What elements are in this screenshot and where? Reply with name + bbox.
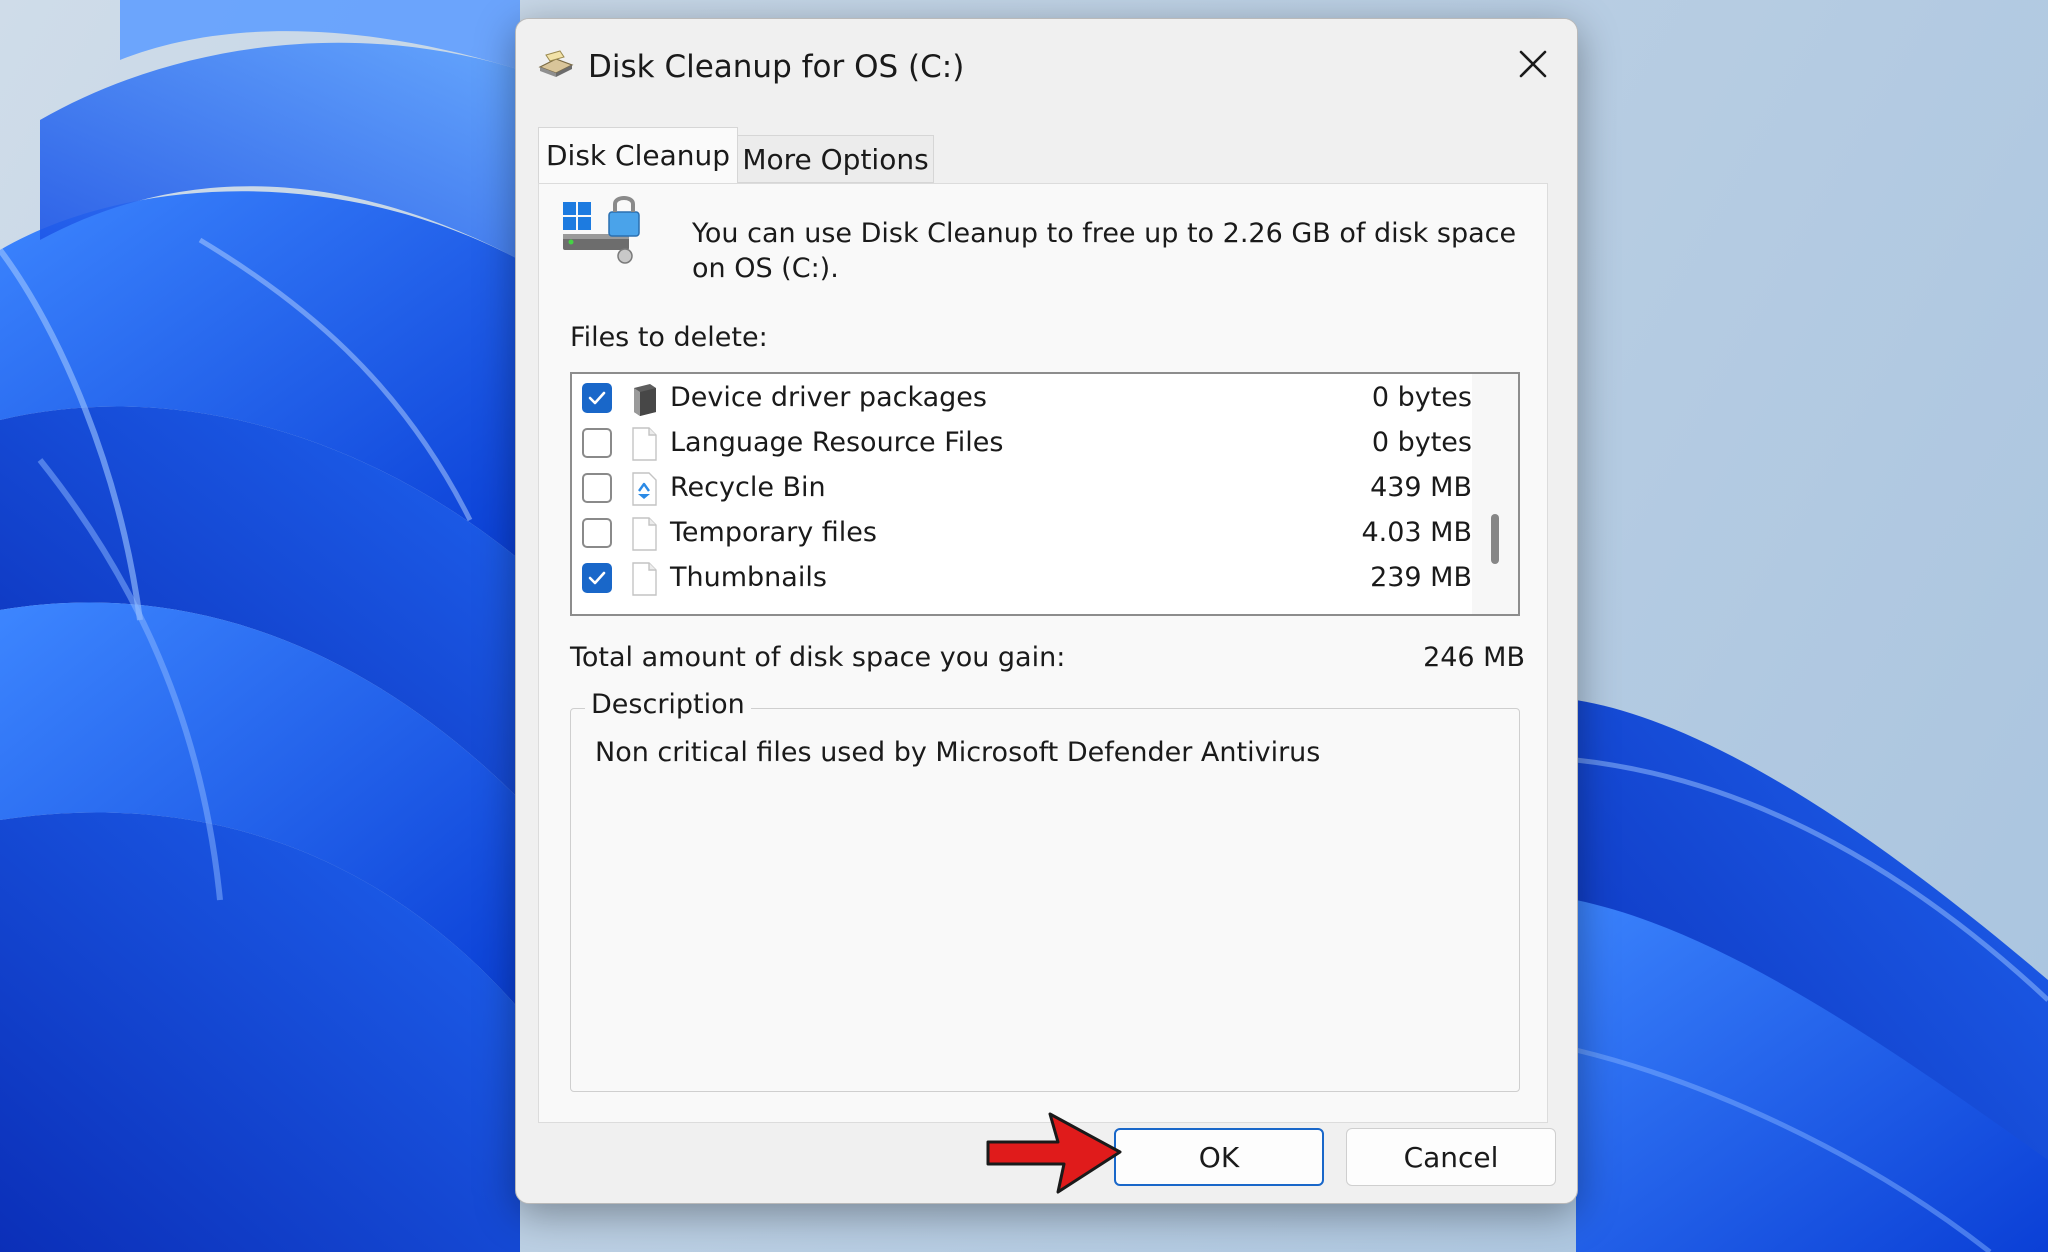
file-name: Thumbnails <box>670 562 827 593</box>
checkbox-temporary-files[interactable] <box>582 518 612 548</box>
checkbox-thumbnails[interactable] <box>582 563 612 593</box>
desktop: Disk Cleanup for OS (C:) Disk Cleanup Mo… <box>0 0 2048 1252</box>
ok-button[interactable]: OK <box>1114 1128 1324 1186</box>
checkmark-icon <box>588 571 606 585</box>
tab-disk-cleanup[interactable]: Disk Cleanup <box>538 127 738 183</box>
description-group: Description Non critical files used by M… <box>570 689 1520 1092</box>
files-to-delete-list: Device driver packages 0 bytes Language … <box>570 372 1520 616</box>
files-to-delete-label: Files to delete: <box>570 322 768 353</box>
cancel-button[interactable]: Cancel <box>1346 1128 1556 1186</box>
checkbox-device-driver-packages[interactable] <box>582 383 612 413</box>
intro-text: You can use Disk Cleanup to free up to 2… <box>692 218 1517 284</box>
scrollbar-thumb[interactable] <box>1491 514 1499 564</box>
file-size: 0 bytes <box>1371 427 1472 458</box>
close-icon <box>1519 50 1547 78</box>
file-size: 4.03 MB <box>1361 517 1472 548</box>
title-bar: Disk Cleanup for OS (C:) <box>516 19 1577 103</box>
list-item-device-driver-packages[interactable]: Device driver packages 0 bytes <box>572 376 1472 421</box>
driver-icon <box>634 384 656 416</box>
file-name: Language Resource Files <box>670 427 1004 458</box>
list-scrollbar[interactable] <box>1472 374 1518 614</box>
disk-cleanup-panel: You can use Disk Cleanup to free up to 2… <box>538 183 1548 1123</box>
checkbox-language-resource-files[interactable] <box>582 428 612 458</box>
tab-more-options[interactable]: More Options <box>738 135 934 183</box>
window-title: Disk Cleanup for OS (C:) <box>588 49 965 85</box>
file-name: Temporary files <box>670 517 877 548</box>
disk-cleanup-dialog: Disk Cleanup for OS (C:) Disk Cleanup Mo… <box>515 18 1578 1204</box>
file-icon <box>632 427 657 461</box>
total-space-label: Total amount of disk space you gain: <box>570 642 1066 673</box>
red-arrow-annotation-icon <box>986 1112 1122 1194</box>
description-legend: Description <box>585 689 751 720</box>
checkbox-recycle-bin[interactable] <box>582 473 612 503</box>
disk-cleanup-icon <box>538 50 574 77</box>
list-item-thumbnails[interactable]: Thumbnails 239 MB <box>572 556 1472 601</box>
file-icon <box>632 517 657 551</box>
description-text: Non critical files used by Microsoft Def… <box>595 737 1321 768</box>
file-size: 0 bytes <box>1371 382 1472 413</box>
file-name: Device driver packages <box>670 382 987 413</box>
file-icon <box>632 562 657 596</box>
checkmark-icon <box>588 391 606 405</box>
list-item-language-resource-files[interactable]: Language Resource Files 0 bytes <box>572 421 1472 466</box>
file-size: 439 MB <box>1370 472 1472 503</box>
list-item-temporary-files[interactable]: Temporary files 4.03 MB <box>572 511 1472 556</box>
close-button[interactable] <box>1503 39 1563 89</box>
total-space-value: 246 MB <box>1423 642 1525 673</box>
recycle-bin-icon <box>632 472 657 506</box>
drive-cleanup-icon <box>563 196 640 264</box>
file-size: 239 MB <box>1370 562 1472 593</box>
list-item-recycle-bin[interactable]: Recycle Bin 439 MB <box>572 466 1472 511</box>
file-name: Recycle Bin <box>670 472 826 503</box>
